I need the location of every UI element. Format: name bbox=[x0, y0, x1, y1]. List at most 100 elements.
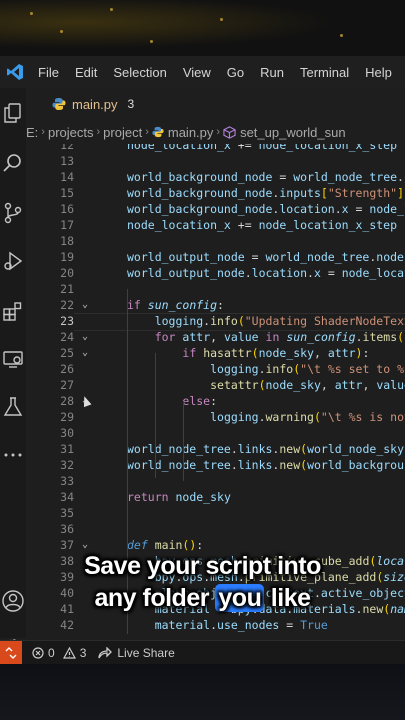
code-text: if sun_config: bbox=[127, 298, 224, 312]
code-line[interactable]: 16 world_background_node.location.x = nod… bbox=[26, 201, 405, 217]
line-number: 16 bbox=[60, 202, 74, 216]
code-line[interactable]: 35 bbox=[26, 505, 405, 521]
more-icon[interactable] bbox=[0, 442, 26, 468]
code-line[interactable]: 31 world_node_tree.links.new(world_node_s… bbox=[26, 441, 405, 457]
breadcrumb-symbol[interactable]: set_up_world_sun bbox=[240, 125, 346, 140]
fold-chevron-icon[interactable]: ⌄ bbox=[82, 329, 94, 345]
cube-method-icon bbox=[223, 125, 236, 139]
source-control-icon[interactable] bbox=[0, 200, 26, 226]
line-number: 37 bbox=[60, 538, 74, 552]
code-text: material.use_nodes = True bbox=[154, 618, 328, 632]
code-line[interactable]: 20 world_output_node.location.x = node_lo… bbox=[26, 265, 405, 281]
line-number: 12 bbox=[60, 144, 74, 152]
python-file-icon bbox=[152, 126, 164, 138]
code-text: for attr, value in sun_config.items() bbox=[154, 330, 405, 344]
code-line[interactable]: 14 world_background_node = world_node_tre… bbox=[26, 169, 405, 185]
line-number: 25 bbox=[60, 346, 74, 360]
menu-terminal[interactable]: Terminal bbox=[292, 65, 357, 80]
menu-help[interactable]: Help bbox=[357, 65, 400, 80]
background-top bbox=[0, 0, 405, 56]
code-line[interactable]: 26 logging.info("\t %s set to %s bbox=[26, 361, 405, 377]
code-text: setattr(node_sky, attr, value bbox=[210, 378, 405, 392]
live-share-label: Live Share bbox=[117, 646, 175, 660]
code-line[interactable]: 37 ⌄ def main(): bbox=[26, 537, 405, 553]
breadcrumb-project[interactable]: project bbox=[103, 125, 142, 140]
code-line[interactable]: 22 ⌄ if sun_config: bbox=[26, 297, 405, 313]
code-line[interactable]: 42 material.use_nodes = True bbox=[26, 617, 405, 633]
line-number: 32 bbox=[60, 458, 74, 472]
breadcrumb-drive[interactable]: E: bbox=[26, 125, 38, 140]
menu-bar: File Edit Selection View Go Run Terminal… bbox=[0, 56, 405, 88]
caption-line-2-post: like bbox=[264, 584, 311, 612]
code-line[interactable]: 12 node_location_x += node_location_x_ste… bbox=[26, 144, 405, 153]
code-line[interactable]: 25 ⌄ if hasattr(node_sky, attr): bbox=[26, 345, 405, 361]
extensions-icon[interactable] bbox=[0, 298, 26, 324]
code-line[interactable]: 17 node_location_x += node_location_x_ste… bbox=[26, 217, 405, 233]
code-line[interactable]: 19 world_output_node = world_node_tree.no… bbox=[26, 249, 405, 265]
code-text: world_background_node.location.x = node_… bbox=[127, 202, 405, 216]
vscode-logo-icon bbox=[0, 56, 30, 88]
code-line[interactable]: 13 bbox=[26, 153, 405, 169]
menu-view[interactable]: View bbox=[175, 65, 219, 80]
line-number: 29 bbox=[60, 410, 74, 424]
menu-go[interactable]: Go bbox=[219, 65, 252, 80]
line-number: 33 bbox=[60, 474, 74, 488]
error-icon bbox=[32, 647, 44, 659]
caption-line-2: any folder you like bbox=[0, 584, 405, 613]
live-share-button[interactable]: Live Share bbox=[98, 646, 175, 660]
code-line[interactable]: 24 ⌄ for attr, value in sun_config.items(… bbox=[26, 329, 405, 345]
remote-explorer-icon[interactable] bbox=[0, 346, 26, 372]
testing-icon[interactable] bbox=[0, 394, 26, 420]
code-line[interactable]: 36 bbox=[26, 521, 405, 537]
fold-chevron-icon[interactable]: ⌄ bbox=[82, 345, 94, 361]
menu-file[interactable]: File bbox=[30, 65, 67, 80]
chevron-right-icon: › bbox=[145, 126, 149, 138]
code-line[interactable]: 18 bbox=[26, 233, 405, 249]
code-text: def main(): bbox=[127, 538, 204, 552]
code-line[interactable]: 29 logging.warning("\t %s is not bbox=[26, 409, 405, 425]
problems-indicator[interactable]: 0 3 bbox=[32, 646, 86, 660]
breadcrumb-projects[interactable]: projects bbox=[48, 125, 94, 140]
tab-filename: main.py bbox=[72, 96, 118, 112]
code-line[interactable]: 34 return node_sky bbox=[26, 489, 405, 505]
search-icon[interactable] bbox=[0, 150, 26, 176]
code-text: if hasattr(node_sky, attr): bbox=[182, 346, 370, 360]
breadcrumb: E: › projects › project › main.py › set_up_w… bbox=[26, 120, 405, 144]
tab-bar: main.py 3 bbox=[26, 88, 405, 120]
line-number: 36 bbox=[60, 522, 74, 536]
explorer-icon[interactable] bbox=[0, 100, 26, 126]
code-text: logging.info("Updating ShaderNodeTexS bbox=[154, 314, 405, 328]
code-line[interactable]: 23 logging.info("Updating ShaderNodeTexS bbox=[26, 313, 405, 329]
run-debug-icon[interactable] bbox=[0, 248, 26, 274]
code-line[interactable]: 33 bbox=[26, 473, 405, 489]
breadcrumb-file[interactable]: main.py bbox=[168, 125, 214, 140]
code-text: world_output_node.location.x = node_loca… bbox=[127, 266, 405, 280]
code-text: logging.info("\t %s set to %s bbox=[210, 362, 405, 376]
code-text: world_background_node = world_node_tree.… bbox=[127, 170, 405, 184]
code-text: world_output_node = world_node_tree.node… bbox=[127, 250, 405, 264]
tab-main-py[interactable]: main.py 3 bbox=[52, 88, 134, 120]
code-line[interactable]: 30 bbox=[26, 425, 405, 441]
line-number: 21 bbox=[60, 282, 74, 296]
code-line[interactable]: 27 setattr(node_sky, attr, value bbox=[26, 377, 405, 393]
code-line[interactable]: 32 world_node_tree.links.new(world_backgr… bbox=[26, 457, 405, 473]
chevron-right-icon: › bbox=[41, 126, 45, 138]
line-number: 35 bbox=[60, 506, 74, 520]
indent-guide bbox=[183, 401, 184, 481]
caption-line-1: Save your script into bbox=[84, 552, 321, 580]
code-line[interactable]: 21 bbox=[26, 281, 405, 297]
line-number: 26 bbox=[60, 362, 74, 376]
menu-selection[interactable]: Selection bbox=[105, 65, 174, 80]
status-bar: 0 3 Live Share bbox=[0, 640, 405, 664]
menu-edit[interactable]: Edit bbox=[67, 65, 105, 80]
code-line[interactable]: 15 world_background_node.inputs["Strength… bbox=[26, 185, 405, 201]
fold-chevron-icon[interactable]: ⌄ bbox=[82, 297, 94, 313]
code-text: return node_sky bbox=[127, 490, 231, 504]
remote-indicator-icon[interactable] bbox=[0, 641, 22, 664]
python-file-icon bbox=[52, 98, 66, 110]
menu-run[interactable]: Run bbox=[252, 65, 292, 80]
code-text: world_background_node.inputs["Strength"]… bbox=[127, 186, 405, 200]
line-number: 22 bbox=[60, 298, 74, 312]
line-number: 34 bbox=[60, 490, 74, 504]
fold-chevron-icon[interactable]: ⌄ bbox=[82, 537, 94, 553]
